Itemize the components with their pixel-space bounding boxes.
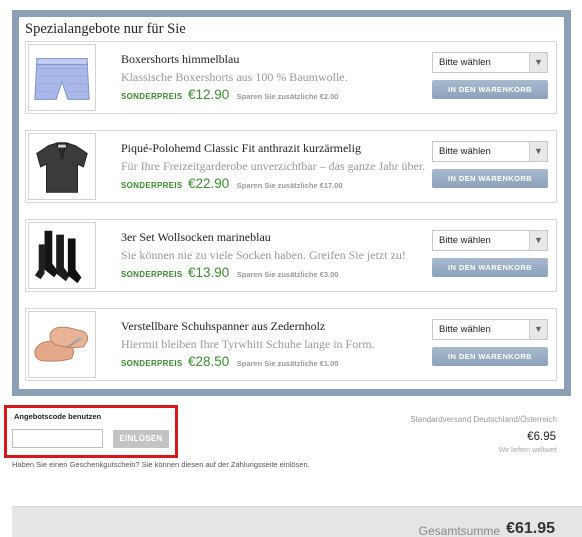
offer-savings: Sparen Sie zusätzliche €3.00 [236, 270, 339, 279]
add-to-cart-button[interactable]: IN DEN WARENKORB [432, 169, 548, 188]
price-label: SONDERPREIS [121, 181, 183, 190]
offer-name[interactable]: Piqué-Polohemd Classic Fit anthrazit kur… [121, 141, 361, 156]
offer-description: Hiermit bleiben Ihre Tyrwhitt Schuhe lan… [121, 337, 375, 351]
special-offers-content: Spezialangebote nur für Sie Boxershorts … [19, 17, 564, 389]
offer-description: Für Ihre Freizeitgarderobe unverzichtbar… [121, 159, 426, 173]
chevron-down-icon[interactable]: ▼ [529, 53, 547, 72]
coupon-code-input[interactable] [12, 429, 103, 448]
price-label: SONDERPREIS [121, 92, 183, 101]
total-bar: Gesamtsumme €61.95 [12, 506, 582, 537]
shipping-price: €6.95 [527, 431, 556, 443]
total-label: Gesamtsumme [418, 524, 500, 537]
offer-price: €28.50 [188, 354, 230, 369]
size-select-value: Bitte wählen [439, 146, 491, 157]
offer-savings: Sparen Sie zusätzliche €2.00 [236, 92, 339, 101]
offer-savings: Sparen Sie zusätzliche €17.00 [236, 181, 343, 190]
offer-price-row: SONDERPREIS €12.90 Sparen Sie zusätzlich… [121, 86, 338, 104]
offer-item-socks: 3er Set Wollsocken marineblau Sie können… [25, 219, 557, 292]
offer-price: €13.90 [188, 265, 230, 280]
socks-image[interactable] [28, 222, 96, 289]
offer-item-shoe-trees: Verstellbare Schuhspanner aus Zedernholz… [25, 308, 557, 381]
offers-title: Spezialangebote nur für Sie [25, 21, 186, 37]
offer-name[interactable]: 3er Set Wollsocken marineblau [121, 230, 271, 245]
special-offers-panel: Spezialangebote nur für Sie Boxershorts … [12, 10, 571, 396]
offer-price: €22.90 [188, 176, 230, 191]
add-to-cart-button[interactable]: IN DEN WARENKORB [432, 80, 548, 99]
offer-price: €12.90 [188, 87, 230, 102]
offer-price-row: SONDERPREIS €13.90 Sparen Sie zusätzlich… [121, 264, 338, 282]
add-to-cart-button[interactable]: IN DEN WARENKORB [432, 347, 548, 366]
size-select-value: Bitte wählen [439, 324, 491, 335]
offer-price-row: SONDERPREIS €28.50 Sparen Sie zusätzlich… [121, 353, 338, 371]
size-select[interactable]: Bitte wählen ▼ [432, 230, 548, 251]
price-label: SONDERPREIS [121, 359, 183, 368]
offer-item-boxershorts: Boxershorts himmelblau Klassische Boxers… [25, 41, 557, 114]
price-label: SONDERPREIS [121, 270, 183, 279]
coupon-label: Angebotscode benutzen [14, 412, 102, 421]
size-select-value: Bitte wählen [439, 235, 491, 246]
chevron-down-icon[interactable]: ▼ [529, 320, 547, 339]
size-select[interactable]: Bitte wählen ▼ [432, 141, 548, 162]
chevron-down-icon[interactable]: ▼ [529, 231, 547, 250]
coupon-box: Angebotscode benutzen EINLÖSEN [4, 405, 178, 458]
offer-price-row: SONDERPREIS €22.90 Sparen Sie zusätzlich… [121, 175, 343, 193]
offer-description: Sie können nie zu viele Socken haben. Gr… [121, 248, 406, 262]
size-select[interactable]: Bitte wählen ▼ [432, 52, 548, 73]
gift-voucher-hint: Haben Sie einen Geschenkgutschein? Sie k… [12, 460, 310, 469]
shipping-label: Standardversand Deutschland/Österreich [410, 415, 557, 424]
add-to-cart-button[interactable]: IN DEN WARENKORB [432, 258, 548, 277]
size-select[interactable]: Bitte wählen ▼ [432, 319, 548, 340]
boxershorts-image[interactable] [28, 44, 96, 111]
offer-item-polo-shirt: Piqué-Polohemd Classic Fit anthrazit kur… [25, 130, 557, 203]
redeem-button[interactable]: EINLÖSEN [113, 430, 169, 448]
offer-savings: Sparen Sie zusätzliche €1.00 [236, 359, 339, 368]
chevron-down-icon[interactable]: ▼ [529, 142, 547, 161]
shipping-note: Wir liefern weltweit [498, 447, 557, 454]
total-value: €61.95 [506, 520, 555, 537]
offer-name[interactable]: Boxershorts himmelblau [121, 52, 239, 67]
polo-shirt-image[interactable] [28, 133, 96, 200]
size-select-value: Bitte wählen [439, 57, 491, 68]
offer-name[interactable]: Verstellbare Schuhspanner aus Zedernholz [121, 319, 325, 334]
offer-description: Klassische Boxershorts aus 100 % Baumwol… [121, 70, 348, 84]
shoe-trees-image[interactable] [28, 311, 96, 378]
